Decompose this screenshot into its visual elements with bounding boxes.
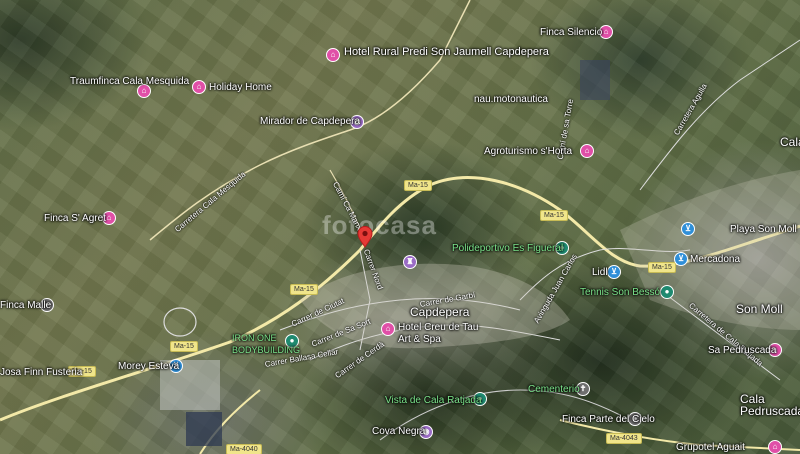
poi-label-iron[interactable]: IRON ONE BODYBUILDING: [232, 332, 300, 356]
sports-icon[interactable]: ●: [660, 285, 674, 299]
road-agulla: [639, 39, 800, 191]
hotel-icon[interactable]: ⌂: [192, 80, 206, 94]
satellite-map[interactable]: fotocasa Ma-15 Ma-15 Ma-15 Ma-15 Ma-15 M…: [0, 0, 800, 454]
poi-label-holiday-home[interactable]: Holiday Home: [209, 82, 272, 94]
poi-label-grupotel[interactable]: Grupotel Aguait: [676, 442, 745, 454]
town-label-son-moll: Son Moll: [736, 302, 783, 316]
poi-label-cementerio[interactable]: Cementerio: [528, 384, 580, 396]
poi-label-morey[interactable]: Morey Esteva: [118, 361, 179, 373]
poi-label-fusteria[interactable]: Josa Finn Fusteria: [0, 367, 82, 379]
poi-label-vista[interactable]: Vista de Cala Ratjada: [385, 395, 482, 407]
town-label-cala-pedruscada: Cala Pedruscada: [740, 392, 800, 418]
watermark: fotocasa: [322, 210, 437, 240]
poi-label-finca-agret[interactable]: Finca S' Agret: [44, 213, 106, 225]
road-shield-ma15: Ma-15: [170, 341, 198, 352]
solar-field-north: [580, 60, 610, 100]
poi-label-finca-silencio[interactable]: Finca Silencio: [540, 27, 602, 39]
road-shield-ma4043: Ma-4043: [606, 433, 642, 444]
poi-label-agroturismo[interactable]: Agroturismo s'Horta: [484, 146, 572, 158]
town-label-cala-ratjada: Cala: [780, 135, 800, 149]
hotel-icon[interactable]: ⌂: [768, 440, 782, 454]
poi-label-mercadona[interactable]: Mercadona: [690, 254, 740, 266]
poi-label-hotel-rural[interactable]: Hotel Rural Predi Son Jaumell Capdepera: [344, 46, 549, 58]
poi-label-cala-malle[interactable]: Finca Malle: [0, 300, 51, 312]
hotel-icon[interactable]: ⌂: [326, 48, 340, 62]
poi-label-traumfinca[interactable]: Traumfinca Cala Mesquida: [70, 76, 189, 88]
poi-label-polideportivo[interactable]: Polideportivo Es Figueral: [452, 243, 563, 255]
location-pin-icon[interactable]: [357, 226, 373, 248]
shopping-cart-icon[interactable]: ⊻: [674, 252, 688, 266]
poi-label-tennis[interactable]: Tennis Son Bessó: [580, 287, 660, 299]
road-shield-ma15: Ma-15: [540, 210, 568, 221]
hotel-icon[interactable]: ⌂: [381, 322, 395, 336]
poi-label-finca-parte[interactable]: Finca Parte del Cielo: [562, 414, 655, 426]
road-shield-ma15: Ma-15: [290, 284, 318, 295]
poi-label-cova-negra[interactable]: Cova Negra: [372, 426, 425, 438]
hotel-icon[interactable]: ⌂: [580, 144, 594, 158]
poi-label-hotel-creu[interactable]: Hotel Creu de Tau Art & Spa: [398, 322, 488, 346]
road-shield-ma15: Ma-15: [404, 180, 432, 191]
solar-field: [186, 412, 222, 446]
race-track: [163, 307, 197, 337]
poi-label-playa[interactable]: Playa Son Moll: [730, 224, 797, 236]
poi-label-sa-pedruscada[interactable]: Sa Pedruscada: [708, 345, 776, 357]
poi-label-mirador[interactable]: Mirador de Capdepera: [260, 116, 360, 128]
shopping-cart-icon[interactable]: ⊻: [607, 265, 621, 279]
shopping-cart-icon[interactable]: ⊻: [681, 222, 695, 236]
poi-label-lidl[interactable]: Lidl: [592, 267, 608, 279]
road-shield-ma4040: Ma-4040: [226, 444, 262, 454]
road-shield-ma15: Ma-15: [648, 262, 676, 273]
poi-label-nau[interactable]: nau.motonautica: [474, 94, 548, 106]
castle-icon[interactable]: ♜: [403, 255, 417, 269]
town-label-capdepera: Capdepera: [410, 305, 470, 319]
